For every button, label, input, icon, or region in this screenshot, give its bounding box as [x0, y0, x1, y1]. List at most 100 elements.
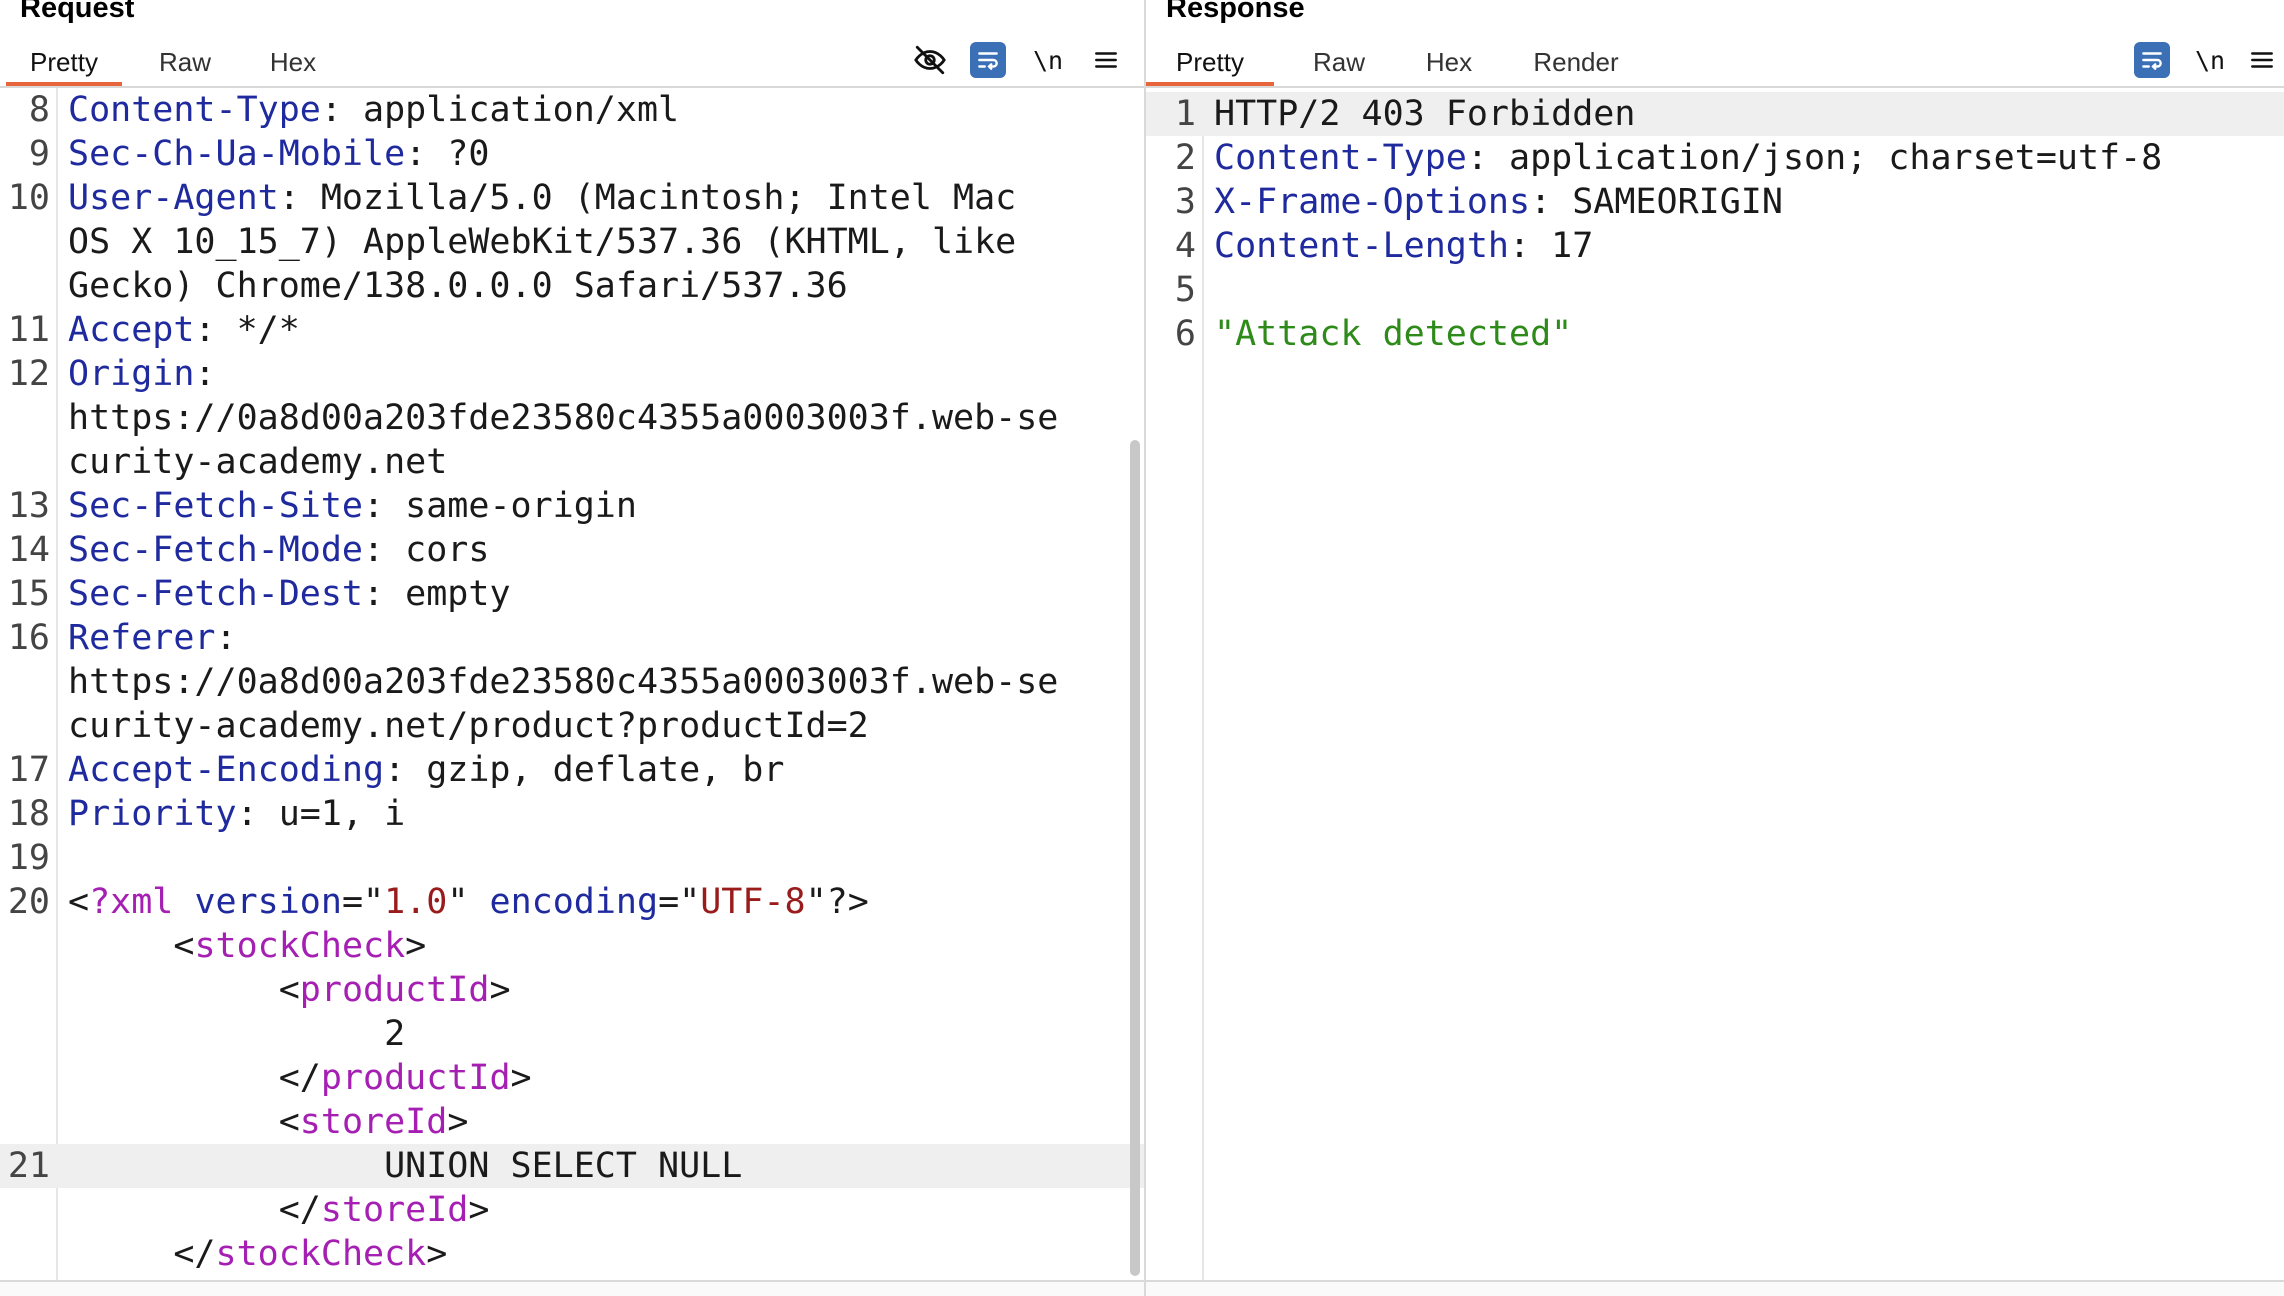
line-number: 13	[7, 486, 50, 526]
code-token: https://0a8d00a203fde23580c4355a0003003f…	[68, 662, 1059, 702]
response-tab-raw[interactable]: Raw	[1294, 40, 1384, 84]
code-text: https://0a8d00a203fde23580c4355a0003003f…	[68, 396, 1058, 440]
word-wrap-button[interactable]	[968, 40, 1008, 80]
code-line[interactable]: 12 Origin:	[0, 352, 1144, 396]
code-token: >	[468, 1190, 490, 1230]
code-line[interactable]: 17 Accept-Encoding: gzip, deflate, br	[0, 748, 1144, 792]
code-line[interactable]: 14 Sec-Fetch-Mode: cors	[0, 528, 1144, 572]
code-token: Sec-Fetch-Mode	[68, 530, 364, 570]
word-wrap-button[interactable]	[2132, 40, 2172, 80]
code-line[interactable]: curity-academy.net	[0, 440, 1144, 484]
code-token: >	[489, 970, 511, 1010]
request-tab-hex[interactable]: Hex	[248, 40, 338, 84]
code-line[interactable]: 6 "Attack detected"	[1146, 312, 2284, 356]
request-bottom-bar	[0, 1280, 1144, 1296]
word-wrap-icon	[2134, 42, 2170, 78]
menu-icon[interactable]	[2242, 40, 2282, 80]
code-token: Accept	[68, 310, 195, 350]
response-tab-hex[interactable]: Hex	[1404, 40, 1494, 84]
code-line[interactable]: </storeId>	[0, 1188, 1144, 1232]
code-token: : Mozilla/5.0 (Macintosh; Intel Mac	[278, 178, 1017, 218]
code-line[interactable]: OS X 10_15_7) AppleWebKit/537.36 (KHTML,…	[0, 220, 1144, 264]
code-line[interactable]: 10 User-Agent: Mozilla/5.0 (Macintosh; In…	[0, 176, 1144, 220]
code-token: X-Frame-Options	[1214, 182, 1531, 222]
code-line[interactable]: 2	[0, 1012, 1144, 1056]
code-line[interactable]: <productId>	[0, 968, 1144, 1012]
code-token: stockCheck	[194, 926, 406, 966]
request-scrollbar[interactable]	[1128, 88, 1142, 1280]
code-token: Content-Length	[1214, 226, 1510, 266]
request-panel: Request Pretty Raw Hex \n 8 Content-Type…	[0, 0, 1146, 1296]
code-token: Sec-Ch-Ua-Mobile	[68, 134, 406, 174]
code-line[interactable]: 11 Accept: */*	[0, 308, 1144, 352]
code-line[interactable]: </productId>	[0, 1056, 1144, 1100]
code-line[interactable]: 5	[1146, 268, 2284, 312]
code-token: version	[194, 882, 342, 922]
response-tab-pretty[interactable]: Pretty	[1146, 40, 1274, 86]
code-line[interactable]: <storeId>	[0, 1100, 1144, 1144]
response-editor[interactable]: 1 HTTP/2 403 Forbidden 2 Content-Type: appl…	[1146, 92, 2284, 1282]
line-number: 3	[1174, 182, 1196, 222]
code-token: Content-Type	[68, 90, 321, 130]
response-tab-render[interactable]: Render	[1514, 40, 1638, 84]
code-token: >	[510, 1058, 532, 1098]
code-line[interactable]: 21 UNION SELECT NULL	[0, 1144, 1144, 1188]
code-line[interactable]: 2 Content-Type: application/json; charset…	[1146, 136, 2284, 180]
code-token: 2	[68, 1014, 406, 1054]
response-panel: Response Pretty Raw Hex Render \n 1 HTTP/…	[1146, 0, 2284, 1296]
code-line[interactable]: Gecko) Chrome/138.0.0.0 Safari/537.36	[0, 264, 1144, 308]
newline-icon: \n	[2194, 45, 2226, 75]
code-line[interactable]: 8 Content-Type: application/xml	[0, 88, 1144, 132]
code-line[interactable]: 1 HTTP/2 403 Forbidden	[1146, 92, 2284, 136]
code-line[interactable]: 4 Content-Length: 17	[1146, 224, 2284, 268]
code-line[interactable]: 9 Sec-Ch-Ua-Mobile: ?0	[0, 132, 1144, 176]
request-tab-raw[interactable]: Raw	[140, 40, 230, 84]
code-line[interactable]: 16 Referer:	[0, 616, 1144, 660]
code-token: HTTP/2 403 Forbidden	[1214, 94, 1636, 134]
code-text: <?xml version="1.0" encoding="UTF-8"?>	[68, 880, 869, 924]
code-token: curity-academy.net	[68, 442, 448, 482]
line-number: 12	[7, 354, 50, 394]
newline-button[interactable]: \n	[2190, 40, 2230, 80]
code-token: </	[68, 1058, 321, 1098]
code-line[interactable]: https://0a8d00a203fde23580c4355a0003003f…	[0, 396, 1144, 440]
code-text: Accept: */*	[68, 308, 300, 352]
menu-icon[interactable]	[1086, 40, 1126, 80]
code-token: ?xml	[89, 882, 174, 922]
code-line[interactable]: <stockCheck>	[0, 924, 1144, 968]
newline-icon: \n	[1032, 45, 1064, 75]
code-line[interactable]: curity-academy.net/product?productId=2	[0, 704, 1144, 748]
code-line[interactable]: 15 Sec-Fetch-Dest: empty	[0, 572, 1144, 616]
newline-button[interactable]: \n	[1028, 40, 1068, 80]
code-line[interactable]: 13 Sec-Fetch-Site: same-origin	[0, 484, 1144, 528]
line-number: 8	[28, 90, 50, 130]
request-tab-pretty[interactable]: Pretty	[6, 40, 122, 86]
code-token: Accept-Encoding	[68, 750, 385, 790]
code-token: Referer	[68, 618, 216, 658]
code-token: "	[447, 882, 490, 922]
eye-off-icon[interactable]	[910, 40, 950, 80]
code-line[interactable]: 20 <?xml version="1.0" encoding="UTF-8"?>	[0, 880, 1144, 924]
code-text: Referer:	[68, 616, 237, 660]
code-text: Sec-Fetch-Mode: cors	[68, 528, 489, 572]
code-text: Sec-Ch-Ua-Mobile: ?0	[68, 132, 489, 176]
code-token: Gecko) Chrome/138.0.0.0 Safari/537.36	[68, 266, 848, 306]
line-number: 2	[1174, 138, 1196, 178]
code-line[interactable]: </stockCheck>	[0, 1232, 1144, 1276]
code-token: : gzip, deflate, br	[384, 750, 785, 790]
code-line[interactable]: https://0a8d00a203fde23580c4355a0003003f…	[0, 660, 1144, 704]
request-editor[interactable]: 8 Content-Type: application/xml 9 Sec-Ch-Ua…	[0, 88, 1144, 1282]
code-line[interactable]: 3 X-Frame-Options: SAMEORIGIN	[1146, 180, 2284, 224]
code-token: : same-origin	[363, 486, 637, 526]
code-token: : 17	[1509, 226, 1594, 266]
code-token: : empty	[363, 574, 511, 614]
code-line[interactable]: 18 Priority: u=1, i	[0, 792, 1144, 836]
code-token: : u=1, i	[236, 794, 406, 834]
code-token: encoding	[489, 882, 659, 922]
code-text: "Attack detected"	[1214, 312, 1572, 356]
code-line[interactable]: 19	[0, 836, 1144, 880]
code-token: storeId	[299, 1102, 448, 1142]
code-token: >	[447, 1102, 469, 1142]
request-scroll-thumb[interactable]	[1130, 440, 1140, 1276]
line-number: 18	[7, 794, 50, 834]
